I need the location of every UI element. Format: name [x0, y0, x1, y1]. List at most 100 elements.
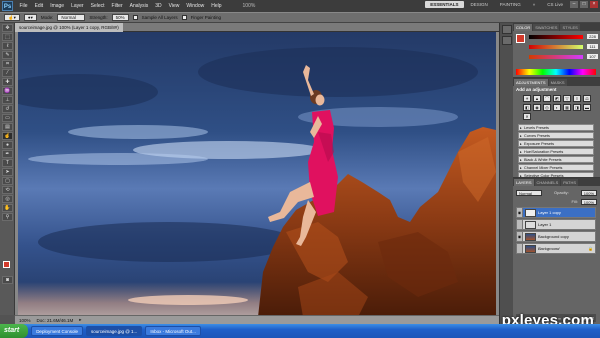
maximize-icon[interactable]: □: [580, 1, 588, 8]
red-value[interactable]: 228: [587, 34, 598, 39]
shape-tool-icon[interactable]: ▢: [2, 177, 13, 185]
document-tab[interactable]: sourceimage.jpg @ 100% (Layer 1 copy, RG…: [15, 23, 123, 32]
pen-tool-icon[interactable]: ✒: [2, 150, 13, 158]
start-button[interactable]: start: [0, 324, 29, 338]
hand-tool-icon[interactable]: ✋: [2, 204, 13, 212]
workspace-essentials[interactable]: ESSENTIALS: [425, 1, 464, 8]
blend-mode-select[interactable]: Normal: [516, 189, 542, 196]
finger-painting-checkbox[interactable]: [181, 15, 187, 20]
levels-icon[interactable]: ▲: [533, 95, 541, 102]
visibility-eye-icon[interactable]: [517, 244, 523, 253]
preset-black-white[interactable]: Black & White Presets: [518, 156, 594, 163]
lasso-tool-icon[interactable]: ℓ: [2, 42, 13, 50]
tab-layers[interactable]: LAYERS: [514, 179, 534, 186]
color-balance-icon[interactable]: ⚖: [583, 95, 591, 102]
exposure-icon[interactable]: ◩: [553, 95, 561, 102]
preset-channel-mixer[interactable]: Channel Mixer Presets: [518, 164, 594, 171]
blue-value[interactable]: 107: [587, 54, 598, 59]
taskbar-item-deployment-console[interactable]: Deployment Console: [31, 326, 83, 336]
color-foreground-swatch[interactable]: [516, 34, 525, 43]
color-spectrum-bar[interactable]: [516, 69, 596, 75]
visibility-eye-icon[interactable]: [517, 220, 523, 229]
quick-select-tool-icon[interactable]: ✎: [2, 51, 13, 59]
tab-paths[interactable]: PATHS: [561, 179, 579, 186]
close-icon[interactable]: ×: [590, 1, 598, 8]
menu-edit[interactable]: Edit: [31, 3, 47, 9]
tab-channels[interactable]: CHANNELS: [534, 179, 561, 186]
tab-masks[interactable]: MASKS: [548, 79, 567, 86]
dodge-tool-icon[interactable]: ●: [2, 141, 13, 149]
type-tool-icon[interactable]: T: [2, 159, 13, 167]
blue-slider[interactable]: [529, 55, 583, 59]
zoom-level-menu[interactable]: 100%: [239, 3, 259, 9]
channel-mixer-icon[interactable]: ◎: [543, 104, 551, 111]
workspace-design[interactable]: DESIGN: [466, 1, 493, 8]
healing-brush-tool-icon[interactable]: ✚: [2, 78, 13, 86]
photo-filter-icon[interactable]: ◉: [533, 104, 541, 111]
tab-color[interactable]: COLOR: [514, 24, 533, 31]
zoom-tool-icon[interactable]: ⚲: [2, 213, 13, 221]
menu-analysis[interactable]: Analysis: [126, 3, 152, 9]
3d-rotate-tool-icon[interactable]: ⟲: [2, 186, 13, 194]
brush-panel-icon[interactable]: [502, 36, 512, 45]
history-panel-icon[interactable]: [502, 25, 512, 34]
visibility-eye-icon[interactable]: ◉: [517, 208, 523, 217]
crop-tool-icon[interactable]: ⌗: [2, 60, 13, 68]
eyedropper-tool-icon[interactable]: ⁄: [2, 69, 13, 77]
canvas-area[interactable]: [15, 32, 499, 315]
menu-image[interactable]: Image: [47, 3, 68, 9]
quick-mask-icon[interactable]: ◙: [2, 276, 13, 284]
menu-file[interactable]: File: [16, 3, 31, 9]
gradient-tool-icon[interactable]: ▤: [2, 123, 13, 131]
layer-row[interactable]: Layer 1: [516, 219, 596, 230]
curves-icon[interactable]: ⌒: [543, 95, 551, 102]
layer-row[interactable]: ◉ Layer 1 copy: [516, 207, 596, 218]
menu-3d[interactable]: 3D: [152, 3, 165, 9]
red-slider[interactable]: [529, 35, 583, 39]
move-tool-icon[interactable]: ✥: [2, 24, 13, 32]
workspace-painting[interactable]: PAINTING: [495, 1, 526, 8]
mode-select[interactable]: Normal: [57, 14, 86, 21]
posterize-icon[interactable]: ▦: [563, 104, 571, 111]
brightness-icon[interactable]: ☀: [523, 95, 531, 102]
tab-swatches[interactable]: SWATCHES: [533, 24, 560, 31]
fill-input[interactable]: 100%: [580, 198, 597, 205]
clone-stamp-tool-icon[interactable]: ⊥: [2, 96, 13, 104]
status-zoom[interactable]: 100%: [19, 318, 31, 323]
menu-help[interactable]: Help: [208, 3, 225, 9]
taskbar-item-photoshop[interactable]: sourceimage.jpg @ 1...: [85, 326, 143, 336]
workspace-more-button[interactable]: »: [528, 1, 541, 8]
menu-filter[interactable]: Filter: [108, 3, 126, 9]
3d-orbit-tool-icon[interactable]: ◎: [2, 195, 13, 203]
menu-view[interactable]: View: [165, 3, 183, 9]
taskbar-item-outlook[interactable]: Inbox - Microsoft Out...: [145, 326, 201, 336]
threshold-icon[interactable]: ◨: [573, 104, 581, 111]
invert-icon[interactable]: ◐: [553, 104, 561, 111]
vibrance-icon[interactable]: ▽: [563, 95, 571, 102]
preset-hue-saturation[interactable]: Hue/Saturation Presets: [518, 148, 594, 155]
preset-exposure[interactable]: Exposure Presets: [518, 140, 594, 147]
minimize-icon[interactable]: –: [570, 1, 578, 8]
layer-row[interactable]: Background 🔒: [516, 243, 596, 254]
tool-preset-picker[interactable]: ☝▾: [4, 14, 20, 21]
eraser-tool-icon[interactable]: ▭: [2, 114, 13, 122]
brush-tool-icon[interactable]: ♒: [2, 87, 13, 95]
foreground-color-swatch[interactable]: [3, 261, 10, 268]
selective-color-icon[interactable]: ✕: [523, 113, 531, 120]
green-value[interactable]: 111: [587, 44, 598, 49]
tab-adjustments[interactable]: ADJUSTMENTS: [514, 79, 548, 86]
black-white-icon[interactable]: ◧: [523, 104, 531, 111]
brush-size-picker[interactable]: ●▾: [23, 14, 37, 21]
gradient-map-icon[interactable]: ▬: [583, 104, 591, 111]
sample-all-layers-checkbox[interactable]: [132, 15, 138, 20]
visibility-eye-icon[interactable]: ◉: [517, 232, 523, 241]
menu-window[interactable]: Window: [183, 3, 208, 9]
menu-layer[interactable]: Layer: [68, 3, 88, 9]
preset-levels[interactable]: Levels Presets: [518, 124, 594, 131]
history-brush-tool-icon[interactable]: ↺: [2, 105, 13, 113]
preset-curves[interactable]: Curves Presets: [518, 132, 594, 139]
smudge-tool-icon[interactable]: ☝: [2, 132, 13, 140]
hue-saturation-icon[interactable]: ≡: [573, 95, 581, 102]
green-slider[interactable]: [529, 45, 583, 49]
menu-select[interactable]: Select: [87, 3, 108, 9]
